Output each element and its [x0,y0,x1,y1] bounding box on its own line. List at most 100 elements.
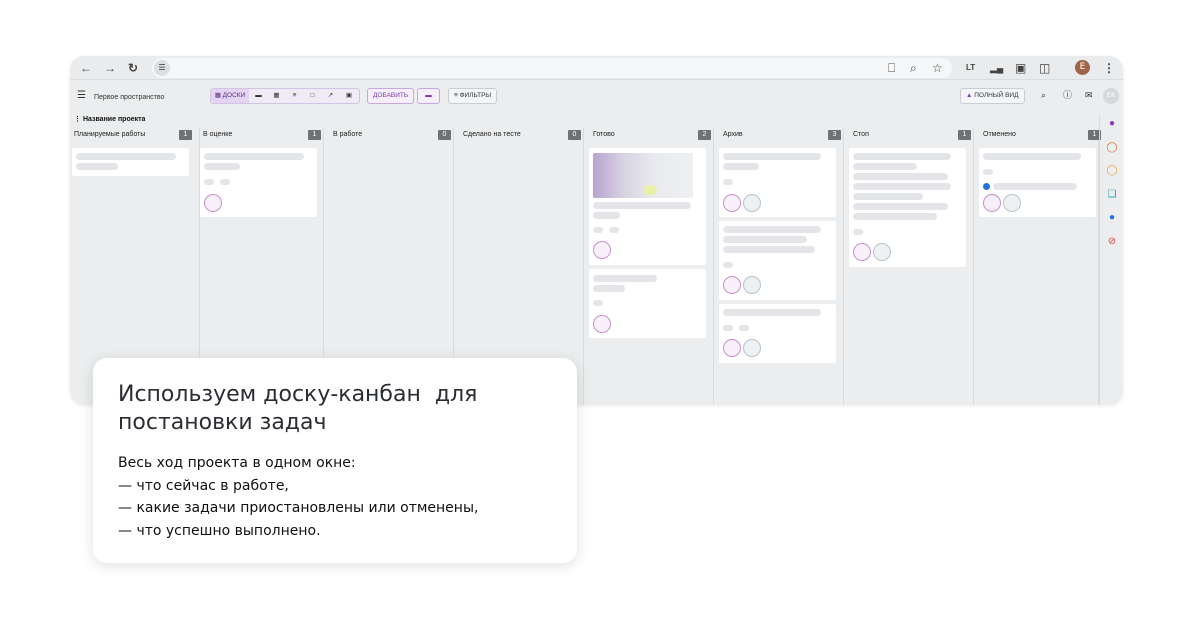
callout-body: Весь ход проекта в одном окне: — что сей… [118,452,558,542]
callout-line: — что успешно выполнено. [118,522,321,539]
menu-icon[interactable]: ⋮ [1103,60,1115,76]
assignee-avatar [873,243,891,261]
signal-icon[interactable]: ▂▄ [990,60,1003,76]
assignee-avatar [1003,194,1021,212]
task-card[interactable] [200,148,317,217]
project-title-text: Название проекта [82,116,146,123]
puzzle-icon[interactable]: ◫ [1039,60,1050,76]
column-title: Планируемые работы [74,131,146,138]
column-count: 1 [308,130,321,140]
browser-toolbar: ← → ↻ ☰ ⎕ ⌕ ☆ LT ▂▄ ▣ ◫ E ⋮ [70,56,1123,80]
block-icon[interactable]: ⊘ [1106,236,1118,248]
view-boards-button[interactable]: ▦ ДОСКИ [211,89,249,103]
back-icon[interactable]: ← [80,60,92,76]
column-header[interactable]: Стоп 1 [853,130,971,142]
info-callout: Используем доску-канбан для постановки з… [93,358,577,563]
drag-handle-icon[interactable]: ⋮ [74,116,81,123]
right-icon-rail: ● ◯ ◯ ❏ ● ⊘ [1099,114,1123,405]
full-view-icon: ▲ [966,92,973,99]
address-bar[interactable] [152,58,952,78]
user-avatar[interactable]: ЕК [1103,88,1119,104]
grid-view-icon[interactable]: ▦ [268,89,285,103]
view-boards-label: ДОСКИ [222,92,246,99]
task-card[interactable] [719,148,836,217]
assignee-avatar [743,194,761,212]
task-card[interactable] [979,148,1096,217]
callout-heading: Используем доску-канбан для постановки з… [118,381,558,437]
assignee-avatar [743,276,761,294]
column-header[interactable]: В оценке 1 [203,130,321,142]
list-view-icon[interactable]: ▬ [250,89,267,103]
hamburger-icon[interactable]: ☰ [77,91,86,101]
column-title: Архив [723,131,743,138]
column-title: Готово [593,131,615,138]
board-column: Готово 2 [584,127,714,405]
column-header[interactable]: В работе 0 [333,130,451,142]
column-title: Сделано на тесте [463,131,521,138]
assignee-avatar [204,194,222,212]
chart-icon[interactable]: ↗ [322,89,339,103]
task-card[interactable] [849,148,966,267]
full-view-label: ПОЛНЫЙ ВИД [974,92,1019,99]
forward-icon[interactable]: → [104,60,116,76]
camera-icon[interactable]: ▣ [1015,60,1026,76]
mail-icon[interactable]: ✉ [1085,90,1093,100]
app-window: ← → ↻ ☰ ⎕ ⌕ ☆ LT ▂▄ ▣ ◫ E ⋮ ☰ Первое про… [70,56,1123,405]
column-header[interactable]: Готово 2 [593,130,711,142]
add-button[interactable]: ДОБАВИТЬ [367,88,415,104]
board-column: Стоп 1 [844,127,974,405]
sort-icon[interactable]: ≡ [286,89,303,103]
callout-heading-line: постановки задач [118,410,327,435]
filter-icon: ≡ [454,92,458,99]
task-card[interactable] [589,148,706,265]
callout-line: Весь ход проекта в одном окне: [118,455,356,471]
callout-line: — что сейчас в работе, [118,477,289,494]
task-card[interactable] [72,148,189,176]
people-icon[interactable]: ● [1106,118,1118,130]
assignee-avatar [593,315,611,333]
callout-line: — какие задачи приостановлены или отмене… [118,500,479,516]
assistant-icon[interactable]: ● [1106,212,1118,224]
column-count: 0 [568,130,581,140]
star-icon[interactable]: ☆ [932,60,943,76]
assignee-avatar [853,243,871,261]
full-view-button[interactable]: ▲ ПОЛНЫЙ ВИД [960,88,1025,104]
site-info-icon[interactable]: ☰ [154,60,170,76]
history-icon[interactable]: ◯ [1106,165,1118,177]
column-header[interactable]: Сделано на тесте 0 [463,130,581,142]
assignee-avatar [743,339,761,357]
extension-lt-icon[interactable]: LT [966,60,975,76]
column-title: В работе [333,131,363,138]
timer-icon[interactable]: ◯ [1106,142,1118,154]
assignee-avatar [723,339,741,357]
column-header[interactable]: Отменено 1 [983,130,1101,142]
workspace-name[interactable]: Первое пространство [94,93,164,103]
task-card[interactable] [719,221,836,300]
cast-icon[interactable]: ⎕ [888,60,895,76]
profile-avatar[interactable]: E [1075,60,1090,75]
filters-button[interactable]: ≡ ФИЛЬТРЫ [448,88,498,104]
column-header[interactable]: Планируемые работы 1 [74,130,192,142]
filters-label: ФИЛЬТРЫ [459,92,492,99]
card-image [593,153,693,198]
app-toolbar: ☰ Первое пространство ▦ ДОСКИ ▬ ▦ ≡ □ ↗ … [70,84,1123,108]
column-header[interactable]: Архив 3 [723,130,841,142]
task-card[interactable] [719,304,836,363]
add-dropdown-icon[interactable]: ▬ [417,88,440,104]
calendar-icon[interactable]: □ [304,89,321,103]
task-card[interactable] [589,269,706,338]
copy-icon[interactable]: ❏ [1106,189,1118,201]
reload-icon[interactable]: ↻ [128,60,138,76]
column-count: 0 [438,130,451,140]
column-count: 3 [828,130,841,140]
search-icon[interactable]: ⌕ [1041,90,1046,100]
board-column: Архив 3 [714,127,844,405]
gantt-icon[interactable]: ▣ [340,89,358,103]
assignee-avatar [983,194,1001,212]
column-count: 2 [698,130,711,140]
assignee-avatar [723,276,741,294]
help-icon[interactable]: ⓘ [1063,90,1072,100]
column-title: Отменено [983,131,1016,138]
zoom-icon[interactable]: ⌕ [910,60,917,76]
column-title: Стоп [853,131,869,138]
